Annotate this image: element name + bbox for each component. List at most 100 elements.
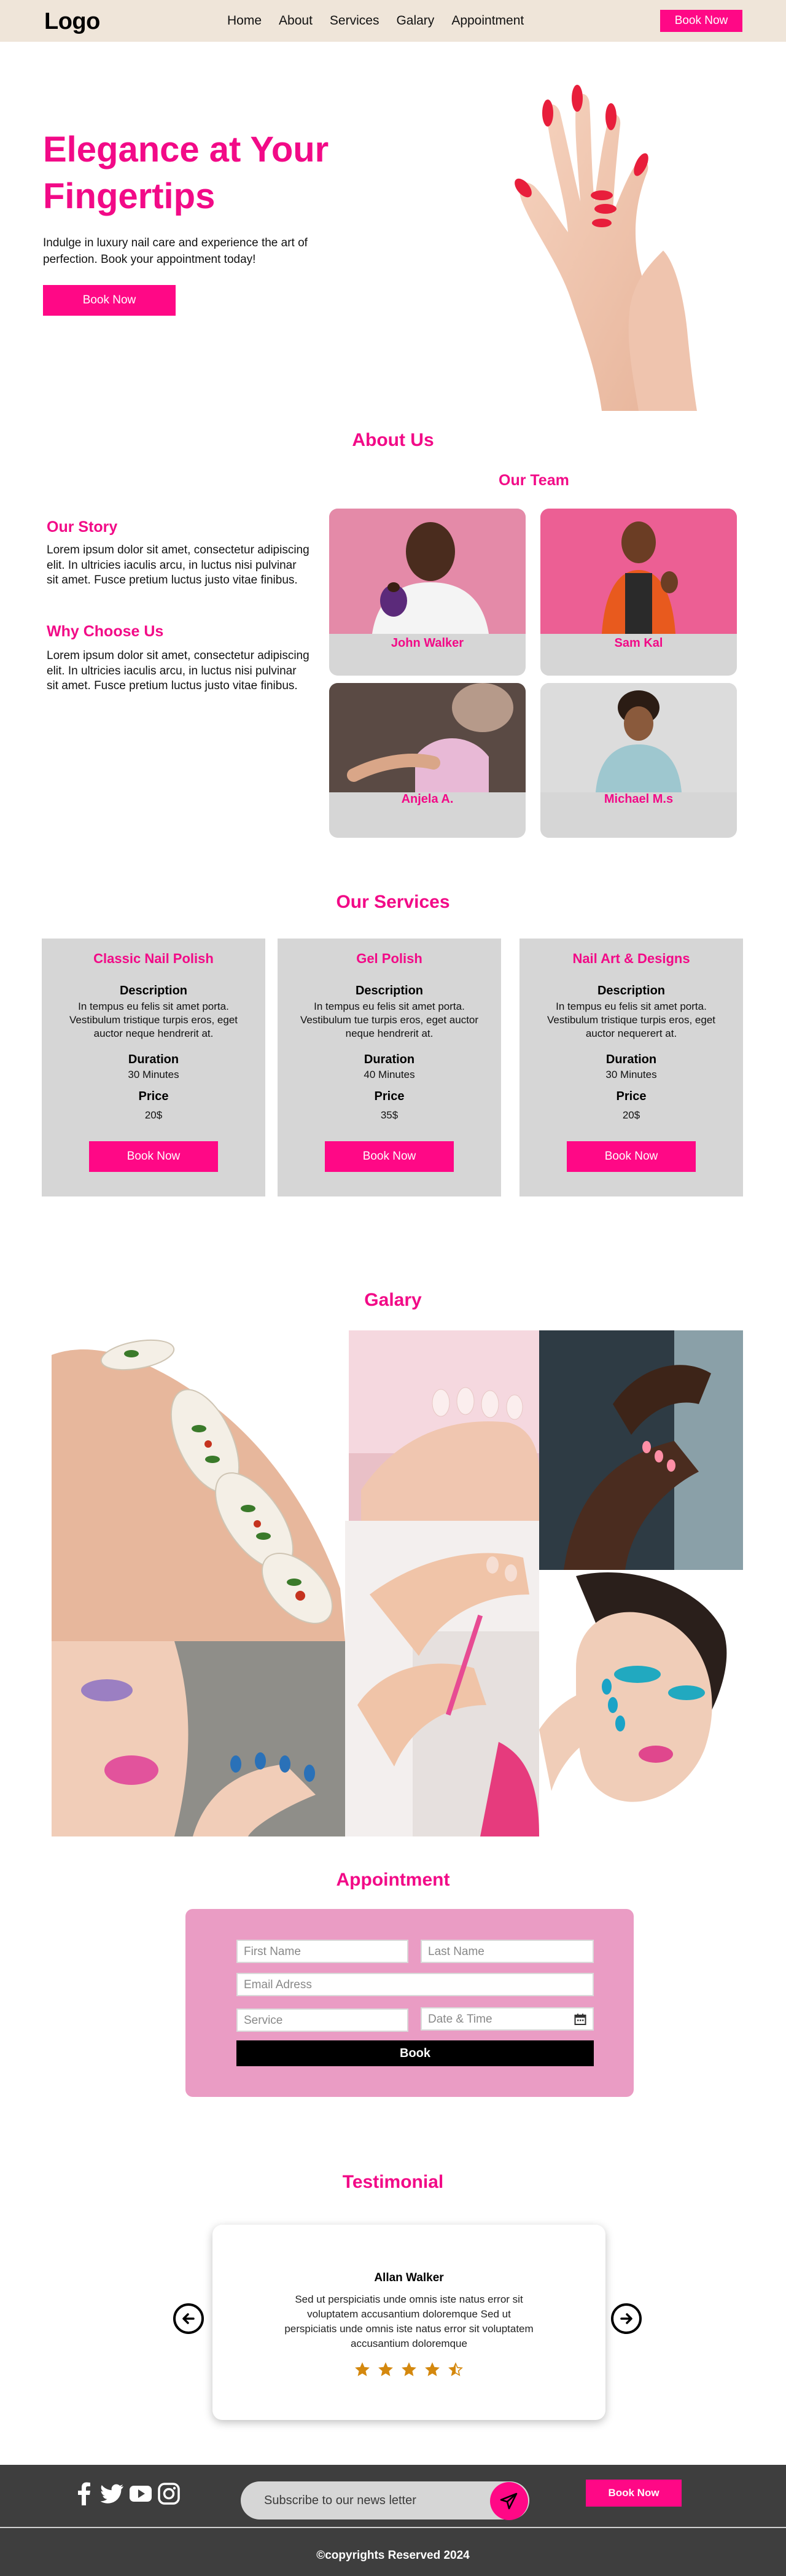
star-full-icon [378,2362,393,2376]
testimonial-next-button[interactable] [611,2303,642,2334]
appointment-form [185,1909,634,2097]
service-duration-label: Duration [364,1053,415,1066]
hero-hand-image [515,85,697,411]
footer-divider [0,2527,786,2528]
gallery-image-nail-filing[interactable] [345,1521,539,1836]
newsletter-input[interactable]: Subscribe to our news letter [241,2481,529,2520]
gallery-image-model-teal-makeup[interactable] [539,1570,743,1836]
star-full-icon [425,2362,440,2376]
our-story-title: Our Story [47,518,118,536]
arrow-left-icon [182,2313,195,2324]
hero-book-now-button[interactable]: Book Now [43,285,176,316]
service-description-label: Description [597,984,666,997]
service-card-nail-art-designs: Nail Art & Designs Description In tempus… [519,939,743,1196]
nav-link-home[interactable]: Home [227,14,262,28]
service-description: In tempus eu felis sit amet porta. Vesti… [69,1001,238,1039]
rating-stars [212,2362,605,2377]
gallery-image-manicure-service[interactable] [539,1330,743,1570]
hero-subtitle: Indulge in luxury nail care and experien… [43,236,308,266]
service-title: Nail Art & Designs [572,951,690,966]
appointment-book-button[interactable]: Book [236,2040,594,2066]
our-story-text: Lorem ipsum dolor sit amet, consectetur … [47,544,309,587]
date-time-field[interactable]: Date & Time [421,2007,594,2031]
service-duration: 30 Minutes [128,1069,179,1080]
services-heading: Our Services [336,892,450,912]
about-heading: About Us [352,430,434,450]
email-field[interactable]: Email Adress [236,1973,594,1996]
footer-book-now-button[interactable]: Book Now [586,2480,682,2507]
service-book-now-button[interactable]: Book Now [325,1141,454,1172]
date-time-placeholder: Date & Time [428,2013,492,2026]
service-card-classic-nail-polish: Classic Nail Polish Description In tempu… [42,939,265,1196]
service-description: In tempus eu felis sit amet porta. Vesti… [300,1001,479,1039]
gallery-image-floral-nail-art[interactable] [52,1330,345,1641]
nav-link-galary[interactable]: Galary [396,14,434,28]
team-card-michael-ms: Michael M.s [540,683,737,838]
nav-link-about[interactable]: About [279,14,313,28]
why-choose-us-text: Lorem ipsum dolor sit amet, consectetur … [47,649,309,692]
team-member-name: Michael M.s [604,792,674,806]
team-member-name: Anjela A. [401,792,454,806]
service-price: 20$ [622,1109,640,1121]
service-price: 20$ [144,1109,163,1121]
gallery-image-french-manicure[interactable] [349,1330,539,1521]
gallery-image-makeup-blue-nails[interactable] [52,1641,345,1836]
team-member-name: Sam Kal [614,636,663,650]
newsletter-send-button[interactable] [490,2482,528,2520]
service-duration: 40 Minutes [364,1069,415,1080]
service-title: Classic Nail Polish [93,951,214,966]
twitter-icon[interactable] [101,2482,124,2505]
service-duration-label: Duration [128,1053,179,1066]
service-duration-label: Duration [605,1053,657,1066]
service-card-gel-polish: Gel Polish Description In tempus eu feli… [278,939,501,1196]
footer: Subscribe to our news letter Book Now ©c… [0,2465,786,2576]
send-icon [500,2492,518,2510]
youtube-icon[interactable] [129,2482,152,2505]
service-book-now-button[interactable]: Book Now [89,1141,218,1172]
logo[interactable]: Logo [44,9,100,35]
instagram-icon[interactable] [157,2482,181,2505]
arrow-right-icon [620,2313,632,2324]
nav-link-appointment[interactable]: Appointment [451,14,524,28]
star-half-icon [448,2362,463,2376]
nav-links: Home About Services Galary Appointment [227,14,524,28]
service-description-label: Description [119,984,188,997]
testimonial-heading: Testimonial [342,2172,444,2192]
service-field[interactable]: Service [236,2008,408,2032]
our-team-title: Our Team [499,472,569,489]
why-choose-us-title: Why Choose Us [47,623,164,640]
copyright-text: ©copyrights Reserved 2024 [316,2549,470,2562]
top-navbar: Logo Home About Services Galary Appointm… [0,0,786,42]
testimonial-prev-button[interactable] [173,2303,204,2334]
team-card-sam-kal: Sam Kal [540,509,737,676]
last-name-field[interactable]: Last Name [421,1940,594,1963]
service-description: In tempus eu felis sit amet porta. Vesti… [547,1001,716,1039]
service-title: Gel Polish [356,951,422,966]
nav-link-services[interactable]: Services [330,14,379,28]
hero-title: Elegance at Your Fingertips [43,130,329,216]
service-book-now-button[interactable]: Book Now [567,1141,696,1172]
nav-book-now-button[interactable]: Book Now [660,10,742,32]
appointment-heading: Appointment [336,1870,450,1890]
facebook-icon[interactable] [72,2482,96,2505]
star-full-icon [355,2362,370,2376]
team-photo [540,683,737,792]
star-full-icon [402,2362,416,2376]
newsletter-placeholder: Subscribe to our news letter [264,2494,416,2507]
first-name-field[interactable]: First Name [236,1940,408,1963]
service-price-label: Price [138,1090,169,1103]
testimonial-text: Sed ut perspiciatis unde omnis iste natu… [284,2293,534,2349]
calendar-icon[interactable] [574,2013,586,2026]
service-price-label: Price [374,1090,405,1103]
service-duration: 30 Minutes [605,1069,657,1080]
team-member-name: John Walker [391,636,464,650]
testimonial-author: Allan Walker [374,2271,444,2284]
team-card-john-walker: John Walker [329,509,526,676]
service-price: 35$ [380,1109,399,1121]
team-photo [329,509,526,634]
testimonial-card: Allan Walker Sed ut perspiciatis unde om… [212,2225,605,2420]
team-photo [329,683,526,792]
gallery-heading: Galary [364,1290,422,1310]
service-description-label: Description [355,984,424,997]
team-photo [540,509,737,634]
